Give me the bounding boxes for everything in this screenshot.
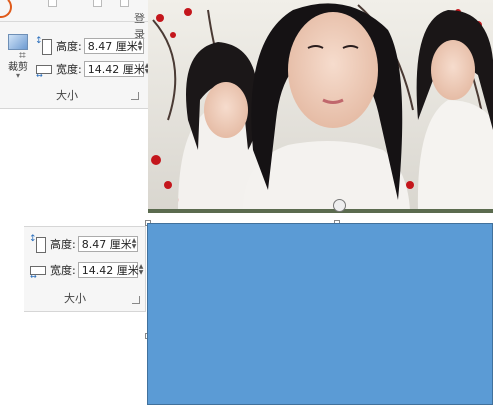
width-value: 14.42 厘米	[81, 264, 139, 277]
ribbon-size-group-bottom: ↕ 高度: 8.47 厘米 ▲ ▼ ↔ 宽度: 14.42 厘米 ▲ ▼ 大小	[24, 226, 146, 312]
spin-down-icon[interactable]: ▼	[139, 270, 144, 276]
height-input[interactable]: 8.47 厘米 ▲ ▼	[83, 38, 144, 54]
width-icon: ↔	[28, 263, 48, 281]
height-label: 高度:	[50, 238, 76, 251]
size-group-label: 大小	[64, 292, 86, 305]
height-row: ↕ 高度: 8.47 厘米 ▲ ▼	[34, 37, 144, 55]
width-value: 14.42 厘米	[87, 63, 145, 76]
crop-button[interactable]: 裁剪 ▾	[5, 34, 31, 80]
rectangle-shape[interactable]	[147, 223, 493, 405]
selected-picture[interactable]	[148, 0, 493, 211]
width-input[interactable]: 14.42 厘米 ▲▼	[77, 262, 143, 278]
ribbon-size-group-top: 登录 裁剪 ▾ ⌗ ↕ 高度: 8.47 厘米 ▲ ▼ ↔ 宽度: 14.42 厘…	[0, 0, 149, 109]
width-row: ↔ 宽度: 14.42 厘米 ▲▼	[28, 261, 143, 281]
width-label: 宽度:	[50, 264, 76, 277]
qat-icon[interactable]	[93, 0, 102, 7]
height-label: 高度:	[56, 40, 82, 53]
chevron-down-icon: ▾	[15, 71, 20, 80]
ribbon-divider	[0, 21, 148, 22]
height-value: 8.47 厘米	[87, 40, 138, 53]
qat-icon[interactable]	[120, 0, 129, 7]
quick-access-strip	[0, 0, 148, 8]
size-group-label: 大小	[56, 89, 78, 102]
picture-border	[148, 209, 493, 213]
height-icon: ↕	[28, 235, 48, 253]
spin-down-icon[interactable]: ▼	[138, 46, 143, 52]
height-icon: ↕	[34, 37, 54, 55]
crop-handle-icon: ⌗	[19, 48, 26, 62]
height-value: 8.47 厘米	[81, 238, 132, 251]
picture-content	[148, 0, 493, 211]
dialog-launcher-icon[interactable]	[131, 92, 139, 100]
spin-down-icon[interactable]: ▼	[132, 244, 137, 250]
width-label: 宽度:	[56, 63, 82, 76]
rotate-handle-icon[interactable]	[333, 199, 346, 212]
width-row: ↔ 宽度: 14.42 厘米 ▲▼	[34, 60, 149, 80]
dialog-launcher-icon[interactable]	[132, 296, 140, 304]
height-input[interactable]: 8.47 厘米 ▲ ▼	[77, 236, 138, 252]
height-row: ↕ 高度: 8.47 厘米 ▲ ▼	[28, 235, 138, 253]
width-icon: ↔	[34, 62, 54, 80]
qat-icon[interactable]	[48, 0, 57, 7]
width-input[interactable]: 14.42 厘米 ▲▼	[83, 61, 149, 77]
